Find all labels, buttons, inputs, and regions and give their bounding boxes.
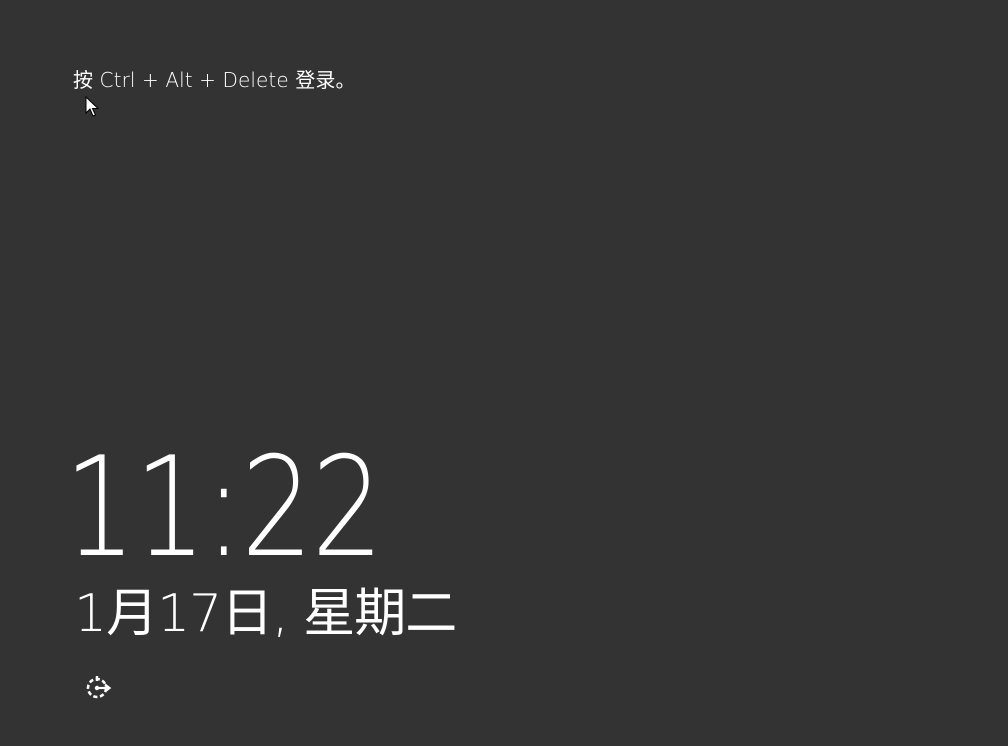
clock-time: 11:22 [64,427,384,588]
lock-screen[interactable]: 按 Ctrl + Alt + Delete 登录。 11:22 1月17日, 星… [0,0,1008,746]
clock-date: 1月17日, 星期二 [74,584,457,644]
ease-of-access-icon[interactable] [84,672,114,702]
mouse-pointer-icon [85,96,99,117]
sign-in-prompt: 按 Ctrl + Alt + Delete 登录。 [73,68,356,92]
